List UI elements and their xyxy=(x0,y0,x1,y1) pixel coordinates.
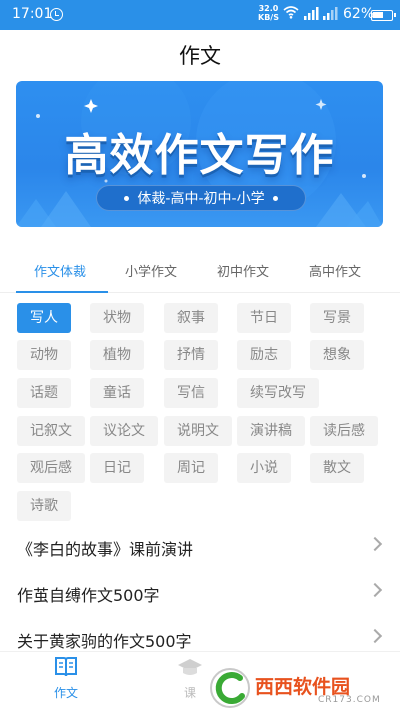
tab-genre[interactable]: 作文体裁 xyxy=(34,261,86,280)
tag-item[interactable]: 读后感 xyxy=(310,416,378,446)
list-item[interactable]: 作茧自缚作文500字 xyxy=(0,570,400,614)
tag-item[interactable]: 抒情 xyxy=(164,340,218,370)
alarm-icon xyxy=(50,8,63,21)
tag-item[interactable]: 励志 xyxy=(237,340,291,370)
article-title: 作茧自缚作文500字 xyxy=(17,586,160,605)
tag-item[interactable]: 演讲稿 xyxy=(237,416,305,446)
tag-item[interactable]: 写景 xyxy=(310,303,364,333)
tag-item[interactable]: 写人 xyxy=(17,303,71,333)
tag-item[interactable]: 状物 xyxy=(90,303,144,333)
banner-subtitle: 体裁-高中-初中-小学 xyxy=(96,185,306,211)
book-icon xyxy=(55,657,77,677)
tag-item[interactable]: 写信 xyxy=(164,378,218,408)
chevron-right-icon xyxy=(367,582,383,598)
banner[interactable]: 高效作文写作 体裁-高中-初中-小学 xyxy=(16,81,383,227)
status-bar: 17:01 32.0 KB/S 62% xyxy=(0,0,400,30)
tag-item[interactable]: 诗歌 xyxy=(17,491,71,521)
nav-item-essay[interactable]: 作文 xyxy=(36,656,96,701)
tag-item[interactable]: 叙事 xyxy=(164,303,218,333)
tag-item[interactable]: 想象 xyxy=(310,340,364,370)
battery-percent: 62% xyxy=(343,6,375,22)
tag-item[interactable]: 节日 xyxy=(237,303,291,333)
tag-item[interactable]: 植物 xyxy=(90,340,144,370)
banner-title: 高效作文写作 xyxy=(64,130,335,181)
wifi-icon xyxy=(283,6,299,19)
tag-item[interactable]: 续写改写 xyxy=(237,378,319,408)
tag-item[interactable]: 话题 xyxy=(17,378,71,408)
tag-item[interactable]: 周记 xyxy=(164,453,218,483)
tag-item[interactable]: 散文 xyxy=(310,453,364,483)
tab-primary-school[interactable]: 小学作文 xyxy=(125,261,177,280)
watermark-url: CR173.COM xyxy=(318,695,381,705)
tag-item[interactable]: 记叙文 xyxy=(17,416,85,446)
tag-item[interactable]: 动物 xyxy=(17,340,71,370)
tag-item[interactable]: 童话 xyxy=(90,378,144,408)
page-title: 作文 xyxy=(179,44,221,68)
tab-indicator xyxy=(16,291,108,293)
tag-item[interactable]: 观后感 xyxy=(17,453,85,483)
tag-item[interactable]: 日记 xyxy=(90,453,144,483)
net-speed: 32.0 KB/S xyxy=(258,4,279,22)
chevron-right-icon xyxy=(367,536,383,552)
watermark-logo: 西西软件园 CR173.COM xyxy=(200,664,400,711)
tag-item[interactable]: 说明文 xyxy=(164,416,232,446)
battery-icon xyxy=(371,10,396,21)
tag-item[interactable]: 小说 xyxy=(237,453,291,483)
signal-icon-sim1 xyxy=(304,7,319,20)
signal-icon-sim2 xyxy=(323,7,338,20)
tag-item[interactable]: 议论文 xyxy=(90,416,158,446)
list-item[interactable]: 《李白的故事》课前演讲 xyxy=(0,524,400,568)
article-title: 《李白的故事》课前演讲 xyxy=(17,540,194,559)
tab-senior-high[interactable]: 高中作文 xyxy=(309,261,361,280)
chevron-right-icon xyxy=(367,628,383,644)
nav-label: 作文 xyxy=(53,686,78,700)
article-title: 关于黄家驹的作文500字 xyxy=(17,632,192,651)
category-tabs: 作文体裁 小学作文 初中作文 高中作文 xyxy=(0,253,400,293)
tab-junior-high[interactable]: 初中作文 xyxy=(217,261,269,280)
status-time: 17:01 xyxy=(12,6,53,22)
